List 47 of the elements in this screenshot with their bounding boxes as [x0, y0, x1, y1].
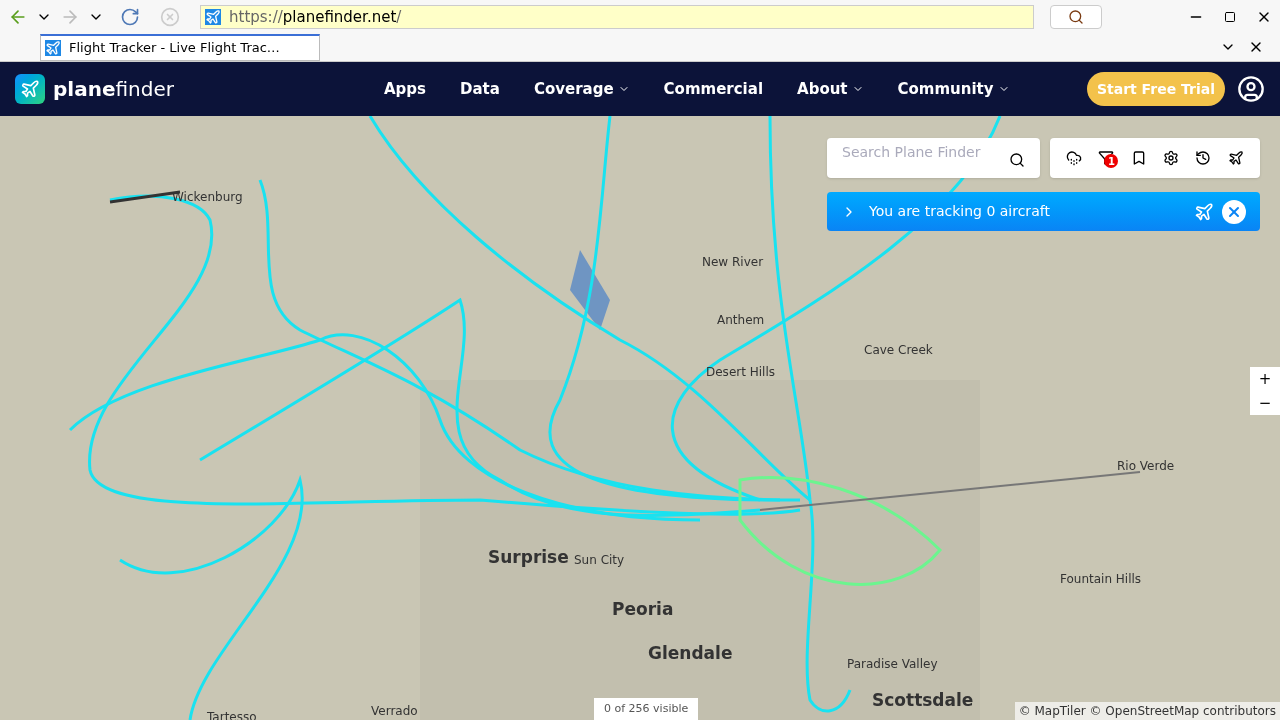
url-text: https://planefinder.net/: [229, 6, 402, 28]
search-icon: [1068, 9, 1084, 25]
site-icon: [45, 40, 61, 56]
map-place-label: Wickenburg: [172, 189, 243, 206]
zoom-out-button[interactable]: −: [1258, 391, 1272, 415]
reload-icon[interactable]: [120, 7, 140, 27]
tab[interactable]: Flight Tracker - Live Flight Trac…: [40, 34, 320, 61]
logo-icon: [15, 74, 45, 104]
visible-count: 0 of 256 visible: [594, 698, 699, 720]
nav-link[interactable]: Commercial: [663, 77, 764, 101]
settings-icon[interactable]: [1163, 150, 1180, 166]
close-button[interactable]: [1222, 199, 1246, 224]
nav-link[interactable]: Data: [460, 77, 500, 101]
nav-link[interactable]: Community: [897, 77, 1010, 101]
search-field[interactable]: Search Plane Finder: [827, 138, 1040, 178]
map-attribution: © MapTiler © OpenStreetMap contributors: [1014, 702, 1280, 720]
restore-icon[interactable]: [1224, 11, 1236, 23]
logo-text[interactable]: planefinder: [53, 74, 174, 104]
search-icon[interactable]: [1009, 152, 1025, 168]
nav-link[interactable]: Apps: [384, 77, 426, 101]
nav-link[interactable]: About: [797, 77, 864, 101]
account-icon[interactable]: [1237, 75, 1265, 103]
map-place-label: Verrado: [371, 703, 418, 720]
map-place-label: Anthem: [717, 312, 765, 329]
history-icon[interactable]: [1195, 150, 1212, 166]
plane-icon: [1194, 201, 1214, 222]
map-place-label: Cave Creek: [864, 342, 933, 359]
map-place-label: Glendale: [648, 642, 733, 665]
map-place-label: Rio Verde: [1117, 458, 1175, 475]
nav-link[interactable]: Coverage: [533, 77, 630, 101]
weather-icon[interactable]: [1066, 150, 1083, 166]
map-place-label: Scottsdale: [872, 689, 974, 712]
map-place-label: Paradise Valley: [847, 656, 938, 673]
zoom-in-button[interactable]: +: [1258, 367, 1272, 391]
map-place-label: Fountain Hills: [1060, 571, 1142, 588]
map-place-label: Desert Hills: [706, 364, 775, 381]
map-place-label: New River: [702, 254, 764, 271]
address-field[interactable]: https://planefinder.net/: [200, 5, 1034, 29]
map-place-label: Surprise: [488, 546, 569, 569]
tracking-text: You are tracking 0 aircraft: [869, 202, 1050, 221]
map-place-label: Peoria: [612, 598, 674, 621]
site-icon: [205, 9, 221, 25]
map-place-label: Sun City: [574, 552, 625, 569]
search-input[interactable]: Search Plane Finder: [842, 142, 1002, 163]
tab-title: Flight Tracker - Live Flight Trac…: [69, 39, 280, 58]
filter-count-badge: 1: [1104, 154, 1119, 168]
search-button[interactable]: [1050, 5, 1102, 29]
